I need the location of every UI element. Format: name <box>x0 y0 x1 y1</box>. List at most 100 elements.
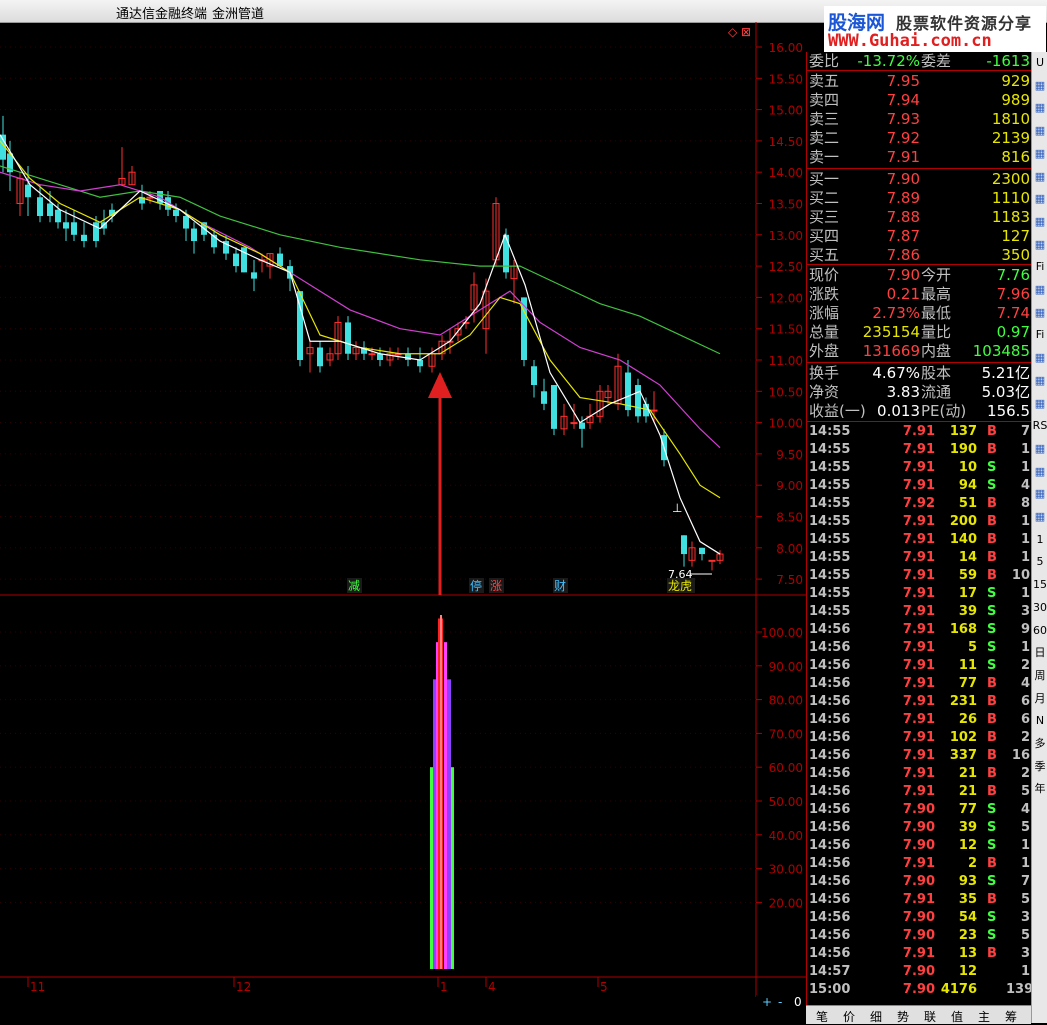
tick-count: 1 <box>1020 550 1030 565</box>
row-label: 卖五 <box>809 72 840 90</box>
toolbar-button[interactable]: 5 <box>1032 553 1047 571</box>
toolbar-button[interactable]: RS <box>1032 417 1047 435</box>
toolbar-button[interactable]: 60 <box>1032 622 1047 640</box>
stat-row-2: 收益(一) 0.013 PE(动) 156.5 <box>807 402 1032 421</box>
row-label-2: 流通 <box>921 383 952 401</box>
bottom-tab[interactable]: 联 <box>924 1008 936 1025</box>
candle-down <box>377 353 383 360</box>
toolbar-button[interactable]: ▦ <box>1032 395 1047 413</box>
toolbar-button[interactable]: ▦ <box>1032 190 1047 208</box>
zoom-in-button[interactable]: + <box>762 995 772 1009</box>
bottom-tab[interactable]: 价 <box>843 1008 855 1025</box>
toolbar-button[interactable]: 季 <box>1032 758 1047 776</box>
bottom-tab[interactable]: 值 <box>951 1008 963 1025</box>
bottom-tab[interactable]: 势 <box>897 1008 909 1025</box>
tick-price: 7.91 <box>902 658 935 673</box>
toolbar-button[interactable]: N <box>1032 712 1047 730</box>
stock-name[interactable]: 金洲管道 <box>212 3 264 22</box>
tick-price: 7.91 <box>902 604 935 619</box>
toolbar-button[interactable]: 日 <box>1032 644 1047 662</box>
toolbar-button[interactable]: 年 <box>1032 780 1047 798</box>
price-tick-label: 13.50 <box>769 198 803 212</box>
tick-row: 14:55 7.91 17 S 1 <box>807 585 1032 603</box>
tick-time: 14:55 <box>809 514 851 529</box>
toolbar-button[interactable]: ▦ <box>1032 122 1047 140</box>
bottom-tab[interactable]: 筹 <box>1005 1008 1017 1025</box>
tool-icon: ▦ <box>1034 78 1046 92</box>
toolbar-button[interactable]: ▦ <box>1032 440 1047 458</box>
tool-icon: ▦ <box>1034 441 1046 455</box>
divider <box>807 362 1032 363</box>
toolbar-button[interactable]: 月 <box>1032 690 1047 708</box>
candle-down <box>405 353 411 360</box>
tick-side: S <box>987 820 997 835</box>
row-value: 7.91 <box>886 148 920 166</box>
toolbar-button[interactable]: 30 <box>1032 599 1047 617</box>
event-marker: 涨 <box>490 578 502 593</box>
tick-time: 14:56 <box>809 856 851 871</box>
row-label-2: PE(动) <box>921 402 967 420</box>
toolbar-button[interactable]: ▦ <box>1032 508 1047 526</box>
candle-down <box>25 184 31 198</box>
tick-row: 14:56 7.91 5 S 1 <box>807 639 1032 657</box>
tick-row: 14:56 7.90 23 S 5 <box>807 927 1032 945</box>
tick-time: 15:00 <box>809 982 851 997</box>
bottom-tab[interactable]: 主 <box>978 1008 990 1025</box>
tick-side: S <box>987 604 997 619</box>
toolbar-button[interactable]: ▦ <box>1032 349 1047 367</box>
tick-time: 14:56 <box>809 766 851 781</box>
bottom-tab[interactable]: 细 <box>870 1008 882 1025</box>
toolbar-button[interactable]: Fi <box>1032 258 1047 276</box>
toolbar-button[interactable]: 多 <box>1032 735 1047 753</box>
row-label-2: 委差 <box>921 52 952 70</box>
tick-volume: 4176 <box>940 982 977 997</box>
indicator-tick-label: 50.00 <box>769 795 803 809</box>
tick-row: 14:56 7.91 168 S 9 <box>807 621 1032 639</box>
toolbar-button[interactable]: ▦ <box>1032 236 1047 254</box>
tick-side: B <box>987 442 997 457</box>
row-value: 4.67% <box>872 364 920 382</box>
toolbar-button[interactable]: ▦ <box>1032 213 1047 231</box>
toolbar-button[interactable]: ▦ <box>1032 463 1047 481</box>
toolbar-button[interactable]: ▦ <box>1032 304 1047 322</box>
tick-row: 14:56 7.91 26 B 6 <box>807 711 1032 729</box>
stat-row: 外盘 131669 内盘 103485 <box>807 342 1032 361</box>
tick-volume: 102 <box>949 730 977 745</box>
tick-volume: 59 <box>958 568 977 583</box>
kline-chart[interactable]: ◇ ⊠ 16.00 15.50 15.00 14.50 14.00 13.50 13.00 12… <box>0 22 806 997</box>
row-value-2: 929 <box>1001 72 1030 90</box>
toolbar-button[interactable]: ▦ <box>1032 372 1047 390</box>
tool-icon: ▦ <box>1034 237 1046 251</box>
row-label: 换手 <box>809 364 840 382</box>
ask-row: 卖四 7.94 989 <box>807 91 1032 110</box>
tick-count: 6 <box>1020 712 1030 727</box>
toolbar-button[interactable]: Fi <box>1032 326 1047 344</box>
quote-panel: 委比 -13.72% 委差 -1613 卖五 7.95 929 卖四 7.94 989 卖三 7.93… <box>806 52 1033 1020</box>
toolbar-button[interactable]: 1 <box>1032 531 1047 549</box>
toolbar-button[interactable]: 15 <box>1032 576 1047 594</box>
tick-price: 7.91 <box>902 946 935 961</box>
toolbar-button[interactable]: ▦ <box>1032 77 1047 95</box>
toolbar-button[interactable]: ▦ <box>1032 145 1047 163</box>
toolbar-button[interactable]: ▦ <box>1032 485 1047 503</box>
tick-count: 9 <box>1020 622 1030 637</box>
row-value: 7.93 <box>886 110 920 128</box>
toolbar-button[interactable]: ▦ <box>1032 168 1047 186</box>
row-value-2: 0.97 <box>996 323 1030 341</box>
candle-down <box>47 203 53 217</box>
toolbar-button[interactable]: U <box>1032 54 1047 72</box>
chart-svg[interactable]: ◇ ⊠16.0015.5015.0014.5014.0013.5013.0012… <box>0 22 806 997</box>
toolbar-button[interactable]: ▦ <box>1032 281 1047 299</box>
tick-row: 14:55 7.91 200 B 1 <box>807 513 1032 531</box>
toolbar-button[interactable]: ▦ <box>1032 99 1047 117</box>
candle-down <box>173 209 179 217</box>
tick-row: 14:57 7.90 12 1 <box>807 963 1032 981</box>
zoom-reset-button[interactable]: 0 <box>794 995 802 1009</box>
zoom-out-button[interactable]: - <box>778 995 782 1009</box>
candle-down <box>531 366 537 386</box>
row-value: 2.73% <box>872 304 920 322</box>
tick-price: 7.90 <box>902 820 935 835</box>
tick-price: 7.90 <box>902 838 935 853</box>
toolbar-button[interactable]: 周 <box>1032 667 1047 685</box>
bottom-tab[interactable]: 笔 <box>816 1008 828 1025</box>
